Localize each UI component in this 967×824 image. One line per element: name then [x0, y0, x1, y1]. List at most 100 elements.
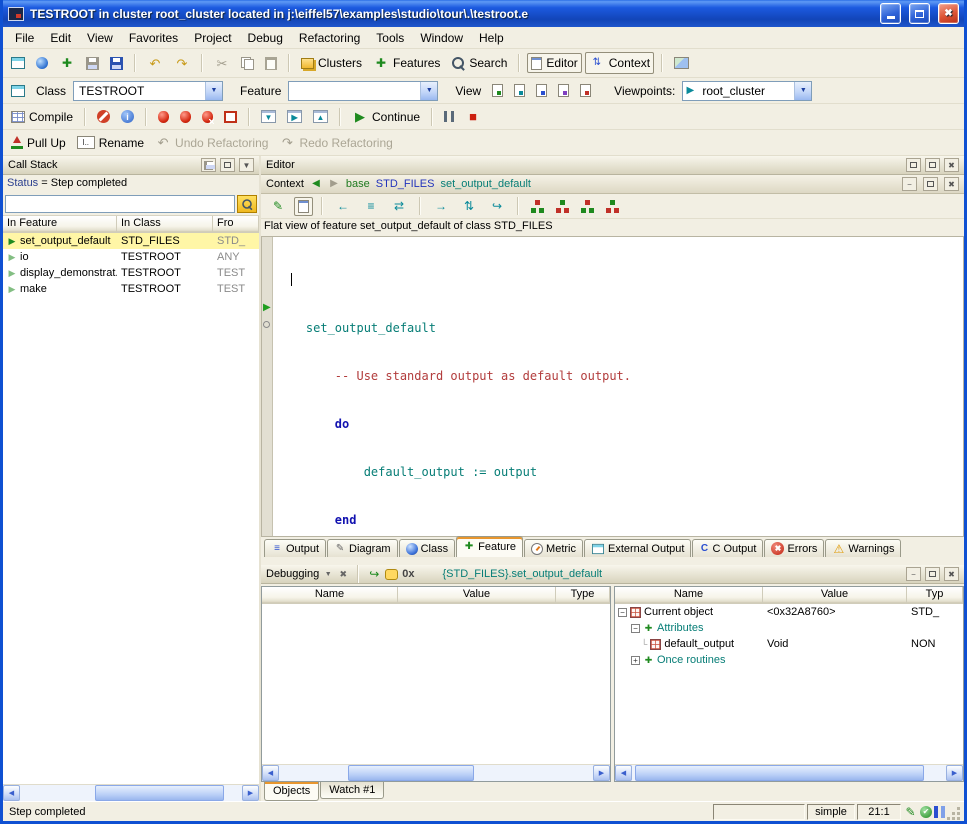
tree-row-default-output[interactable]: └default_output Void NON	[615, 636, 963, 652]
viewpoints-combo-arrow[interactable]: ▼	[794, 82, 811, 100]
breadcrumb-class[interactable]: STD_FILES	[376, 178, 435, 190]
column-in-feature[interactable]: In Feature	[3, 216, 117, 233]
float-panel-button[interactable]	[220, 158, 235, 172]
tab-class[interactable]: Class	[399, 539, 456, 557]
class-combo[interactable]: TESTROOT ▼	[73, 81, 223, 101]
viewpoints-combo[interactable]: ▶ root_cluster ▼	[682, 81, 812, 101]
redo-refactoring-button[interactable]: ↷Redo Refactoring	[275, 132, 396, 154]
scroll-right-button[interactable]: ▶	[946, 765, 963, 781]
tab-metric[interactable]: Metric	[524, 539, 583, 557]
close-panel-button[interactable]: ✖	[944, 567, 959, 581]
table-row[interactable]: ▶make TESTROOT TEST	[3, 281, 259, 297]
descendant-tree-button[interactable]	[552, 197, 573, 216]
view-interface-button[interactable]	[576, 81, 595, 100]
maximize-panel-button[interactable]	[925, 158, 940, 172]
search-button[interactable]: Search	[447, 53, 511, 73]
new-window-button[interactable]	[7, 54, 29, 72]
collapse-icon[interactable]: −	[618, 608, 627, 617]
breadcrumb-feature[interactable]: set_output_default	[440, 178, 531, 190]
scroll-track[interactable]	[632, 765, 946, 781]
maximize-panel-button[interactable]	[923, 177, 938, 191]
debugging-caption[interactable]: Debugging ▼ ✖ ↪ 0x {STD_FILES}.set_outpu…	[261, 565, 964, 584]
menu-window[interactable]: Window	[412, 29, 471, 47]
feature-combo[interactable]: ▼	[288, 81, 438, 101]
ignore-breakpoints-button[interactable]	[93, 107, 114, 126]
scroll-left-button[interactable]: ◀	[3, 785, 20, 801]
collapse-icon[interactable]: −	[631, 624, 640, 633]
undo-refactoring-button[interactable]: ↶Undo Refactoring	[151, 132, 272, 154]
stop-button[interactable]: ■	[461, 106, 485, 128]
call-stack-filter-input[interactable]	[5, 195, 235, 213]
close-panel-button[interactable]: ✖	[944, 177, 959, 191]
tab-feature[interactable]: ✚Feature	[456, 536, 523, 557]
minimize-button[interactable]	[880, 3, 901, 24]
show-clients-button[interactable]: ↪	[485, 195, 509, 217]
scroll-right-button[interactable]: ▶	[242, 785, 259, 801]
tab-c-output[interactable]: CC Output	[692, 539, 763, 557]
table-row[interactable]: ▶display_demonstrat... TESTROOT TEST	[3, 265, 259, 281]
menu-file[interactable]: File	[7, 29, 42, 47]
restore-button[interactable]	[909, 3, 930, 24]
column-in-class[interactable]: In Class	[117, 216, 213, 233]
call-stack-hscrollbar[interactable]: ◀ ▶	[3, 784, 259, 801]
chevron-down-icon[interactable]: ▼	[323, 566, 333, 582]
tab-watch-1[interactable]: Watch #1	[320, 782, 384, 799]
view-contract-button[interactable]	[554, 81, 573, 100]
tree-row-once-routines[interactable]: +✚Once routines	[615, 652, 963, 668]
save-all-button[interactable]	[106, 54, 127, 73]
view-flat-button[interactable]	[510, 81, 529, 100]
menu-debug[interactable]: Debug	[240, 29, 291, 47]
dock-panel-button[interactable]: ▼	[239, 158, 254, 172]
pull-up-button[interactable]: Pull Up	[7, 133, 70, 153]
menu-help[interactable]: Help	[471, 29, 512, 47]
column-from[interactable]: Fro	[213, 216, 259, 233]
scroll-right-button[interactable]: ▶	[593, 765, 610, 781]
expand-icon[interactable]: +	[631, 656, 640, 665]
edit-feature-button[interactable]: ✎	[266, 195, 290, 217]
editor-caption[interactable]: Editor ✖	[261, 156, 964, 175]
tree-row-attributes[interactable]: −✚Attributes	[615, 620, 963, 636]
step-out-button[interactable]: ▲	[309, 107, 332, 126]
watch-table-hscrollbar[interactable]: ◀ ▶	[262, 764, 610, 781]
scroll-thumb[interactable]	[348, 765, 474, 781]
redo-button[interactable]: ↷	[170, 52, 194, 74]
class-tool-button[interactable]	[7, 82, 29, 100]
class-combo-arrow[interactable]: ▼	[205, 82, 222, 100]
show-descendants-button[interactable]: ⇅	[457, 195, 481, 217]
scroll-track[interactable]	[279, 765, 593, 781]
maximize-panel-button[interactable]	[925, 567, 940, 581]
watch-table-body[interactable]	[262, 604, 610, 764]
hex-format-toggle[interactable]: 0x	[402, 568, 414, 580]
save-button-toolbar[interactable]	[82, 54, 103, 73]
scroll-thumb[interactable]	[95, 785, 224, 801]
callee-tree-button[interactable]	[602, 197, 623, 216]
save-call-stack-button[interactable]	[201, 158, 216, 172]
menu-favorites[interactable]: Favorites	[121, 29, 186, 47]
scroll-track[interactable]	[20, 785, 242, 801]
close-panel-button[interactable]: ✖	[944, 158, 959, 172]
tab-warnings[interactable]: ⚠Warnings	[825, 539, 901, 557]
ancestor-tree-button[interactable]	[527, 197, 548, 216]
features-button[interactable]: ✚Features	[369, 52, 444, 74]
run-to-cursor-icon[interactable]: ↪	[367, 566, 381, 582]
disable-breakpoints-button[interactable]	[176, 108, 195, 126]
feature-combo-arrow[interactable]: ▼	[420, 82, 437, 100]
column-value[interactable]: Value	[763, 587, 907, 604]
show-callees-button[interactable]: ≡	[359, 195, 383, 217]
view-clickable-button[interactable]	[532, 81, 551, 100]
expression-bubble-icon[interactable]	[385, 569, 398, 580]
new-tab-button[interactable]: ✚	[55, 52, 79, 74]
show-callers-button[interactable]: ←	[331, 195, 355, 217]
title-bar[interactable]: TESTROOT in cluster root_cluster located…	[3, 0, 964, 27]
call-stack-caption[interactable]: Call Stack ▼	[3, 156, 259, 175]
breakpoint-margin[interactable]: ▶	[262, 237, 273, 536]
table-row[interactable]: ▶set_output_default STD_FILES STD_	[3, 233, 259, 249]
open-in-new-editor-button[interactable]	[294, 197, 313, 216]
column-type[interactable]: Type	[556, 587, 610, 604]
menu-tools[interactable]: Tools	[368, 29, 412, 47]
copy-button[interactable]	[237, 54, 258, 73]
code-editor[interactable]: set_output_default -- Use standard outpu…	[273, 237, 963, 536]
continue-button[interactable]: ▶Continue	[348, 106, 424, 128]
breadcrumb-cluster[interactable]: base	[346, 178, 370, 190]
undo-button[interactable]: ↶	[143, 52, 167, 74]
